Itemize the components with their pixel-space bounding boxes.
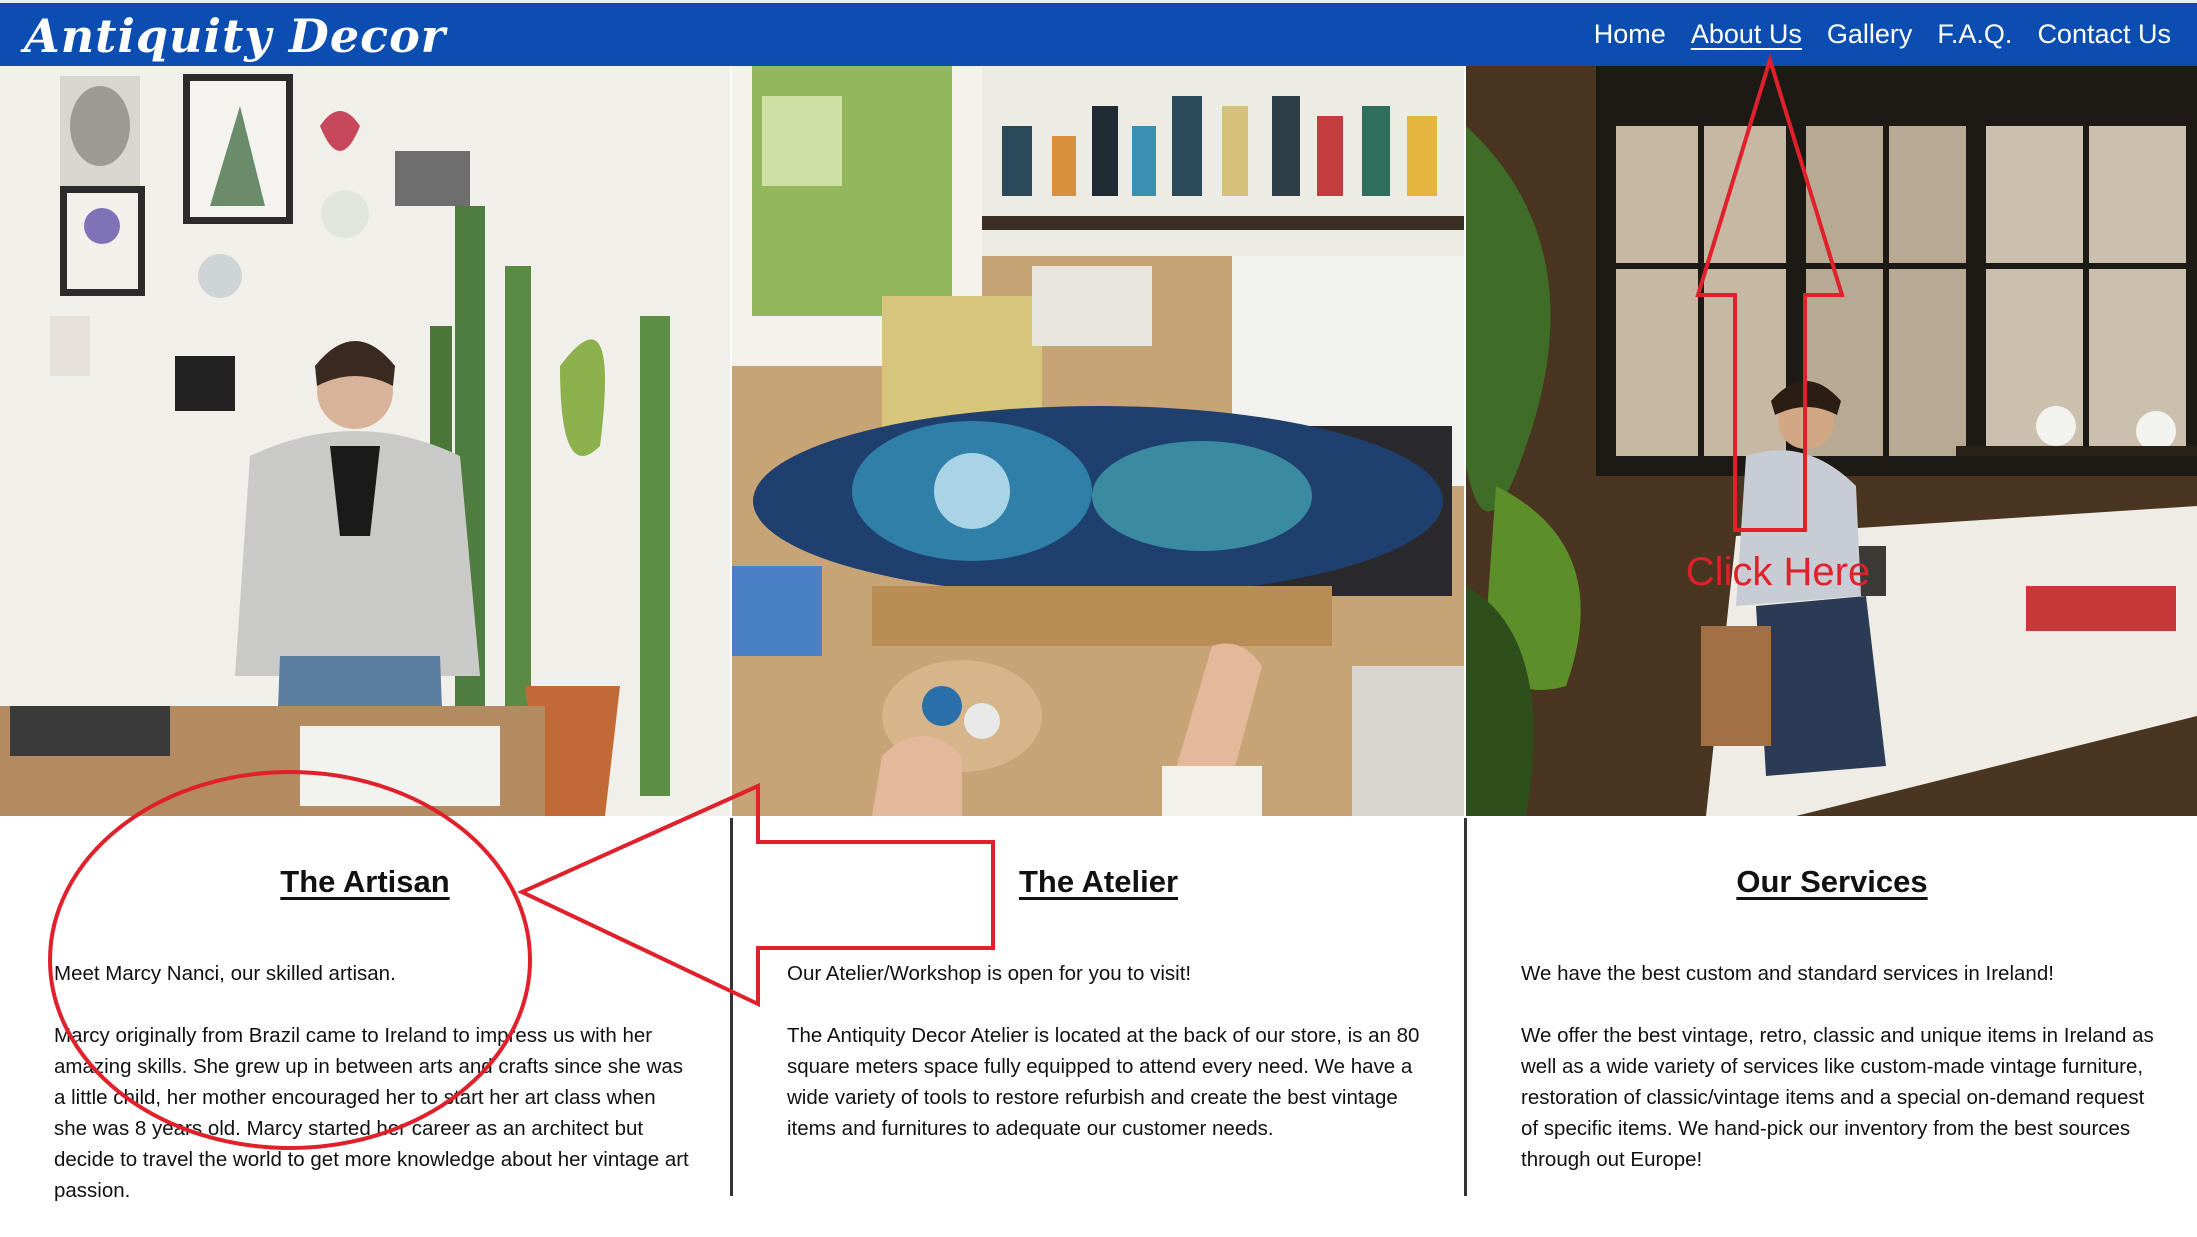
workshop-photo <box>1466 66 2197 816</box>
main-nav: Home About Us Gallery F.A.Q. Contact Us <box>1569 17 2171 51</box>
card-title-atelier[interactable]: The Atelier <box>733 864 1464 900</box>
info-cards: The Artisan Meet Marcy Nanci, our skille… <box>0 818 2197 1202</box>
top-navbar: Antiquity Decor Home About Us Gallery F.… <box>0 0 2197 66</box>
brand-logo[interactable]: Antiquity Decor <box>24 5 446 67</box>
card-title-services[interactable]: Our Services <box>1467 864 2197 900</box>
hero-image-row <box>0 66 2197 816</box>
card-paragraph: Marcy originally from Brazil came to Ire… <box>54 1024 689 1202</box>
nav-gallery[interactable]: Gallery <box>1827 17 1913 51</box>
artisan-photo <box>0 66 730 816</box>
atelier-photo <box>732 66 1464 816</box>
nav-faq[interactable]: F.A.Q. <box>1937 17 2012 51</box>
card-divider <box>1464 818 1467 1196</box>
card-divider <box>730 818 733 1196</box>
nav-contact-us[interactable]: Contact Us <box>2037 17 2171 51</box>
nav-about-us[interactable]: About Us <box>1691 17 1802 51</box>
card-paragraph: We offer the best vintage, retro, classi… <box>1521 1024 2154 1171</box>
card-paragraph: We have the best custom and standard ser… <box>1521 962 2054 985</box>
card-paragraph: Our Atelier/Workshop is open for you to … <box>787 962 1192 985</box>
card-services: Our Services We have the best custom and… <box>1467 818 2197 1196</box>
card-paragraph: The Antiquity Decor Atelier is located a… <box>787 1024 1420 1140</box>
card-body-atelier: Our Atelier/Workshop is open for you to … <box>787 958 1424 1175</box>
card-body-services: We have the best custom and standard ser… <box>1521 958 2157 1206</box>
card-atelier: The Atelier Our Atelier/Workshop is open… <box>733 818 1464 1196</box>
card-artisan: The Artisan Meet Marcy Nanci, our skille… <box>0 818 730 1202</box>
nav-home[interactable]: Home <box>1594 17 1666 51</box>
card-title-artisan[interactable]: The Artisan <box>0 864 730 900</box>
card-paragraph: Meet Marcy Nanci, our skilled artisan. <box>54 962 396 985</box>
card-body-artisan: Meet Marcy Nanci, our skilled artisan. M… <box>54 958 690 1237</box>
